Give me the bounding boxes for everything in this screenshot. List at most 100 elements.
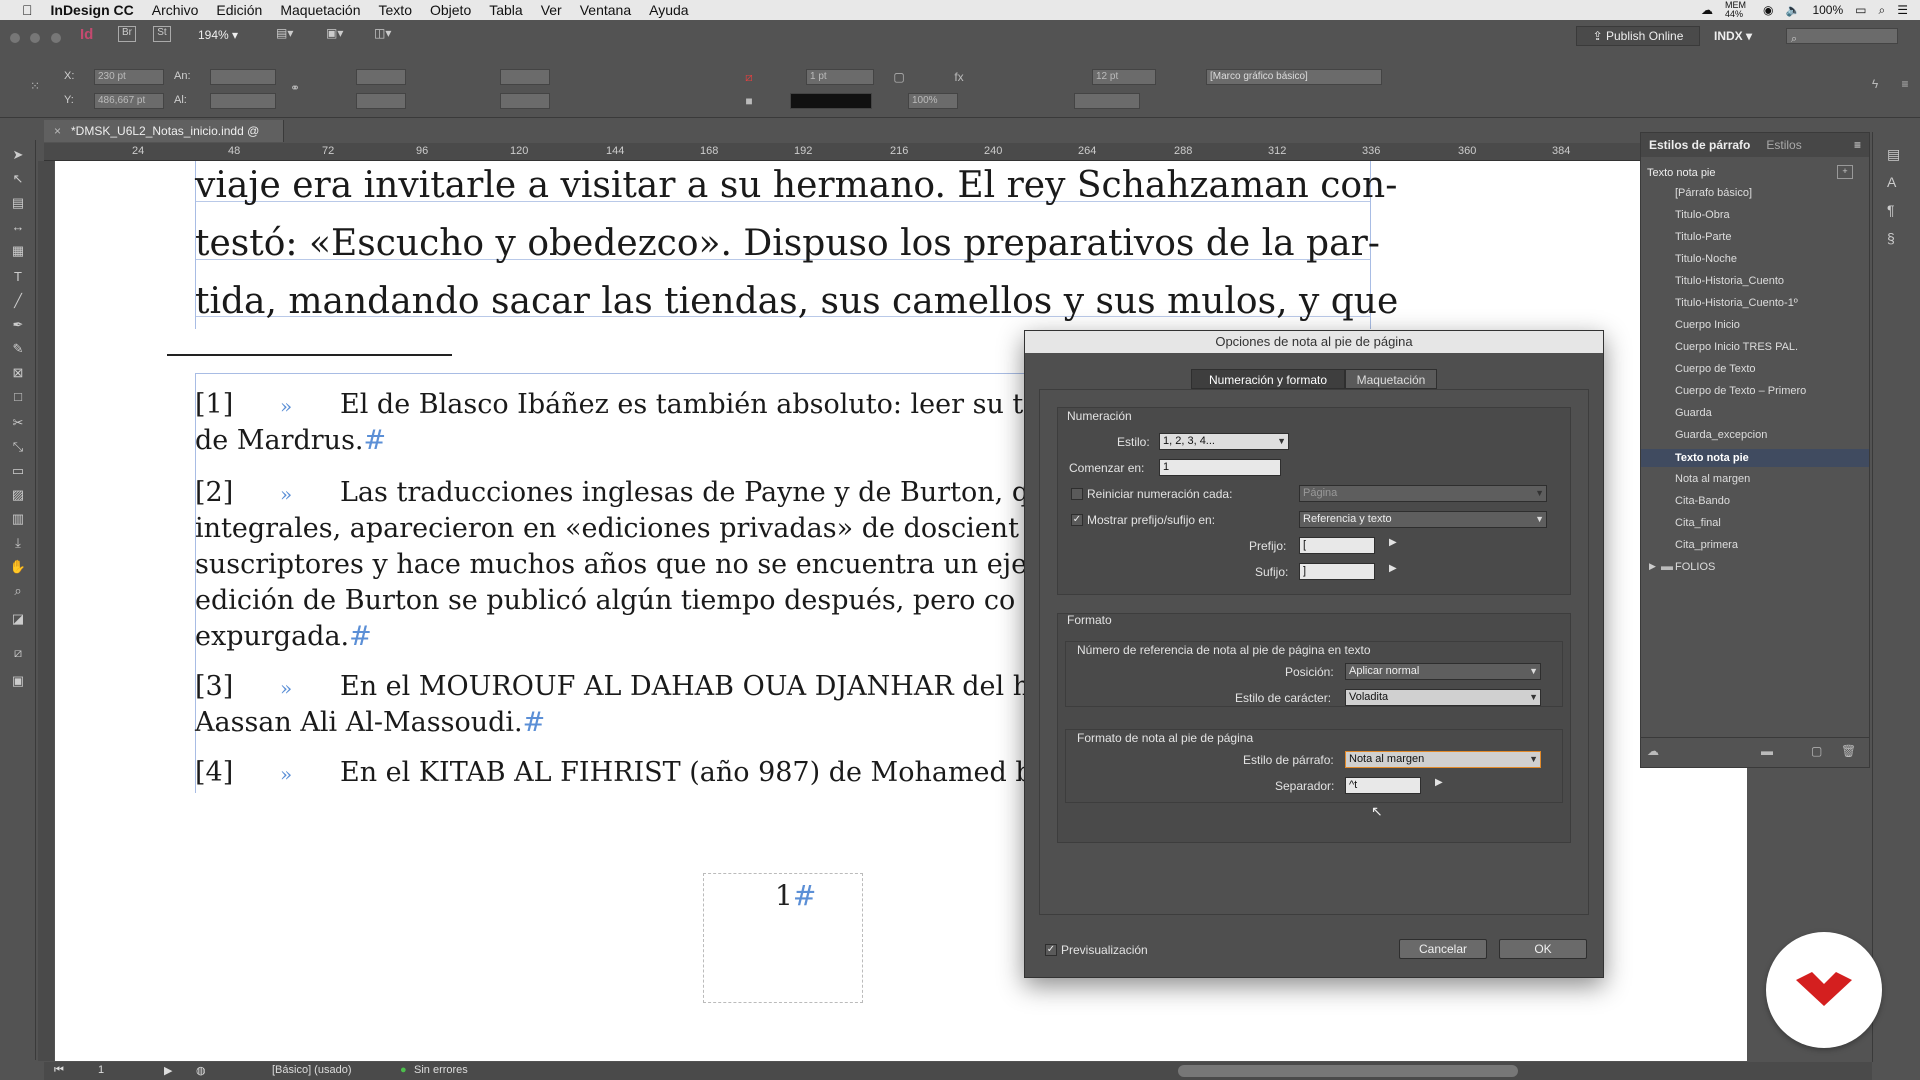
style-item[interactable]: Titulo-Historia_Cuento xyxy=(1641,273,1869,289)
selection-tool-icon[interactable]: ➤ xyxy=(9,146,27,164)
estilo-select[interactable]: 1, 2, 3, 4... ▼ xyxy=(1159,433,1289,450)
height-field[interactable] xyxy=(210,93,276,109)
reiniciar-select[interactable]: Página ▼ xyxy=(1299,485,1547,502)
apply-none-icon[interactable]: ⧄ xyxy=(9,644,27,662)
zoom-window-button[interactable] xyxy=(50,33,61,43)
help-search-input[interactable]: ⌕ xyxy=(1786,28,1898,45)
posicion-select[interactable]: Aplicar normal ▼ xyxy=(1345,663,1541,680)
paragraph-panel-icon[interactable]: ¶ xyxy=(1887,202,1895,218)
arrange-documents-icon[interactable]: ◫▾ xyxy=(374,26,404,42)
disclosure-triangle-icon[interactable]: ▶ xyxy=(1649,561,1656,572)
next-page-icon[interactable]: ▶ xyxy=(164,1064,172,1077)
style-item[interactable]: [Párrafo básico] xyxy=(1641,185,1869,201)
workspace-select[interactable]: INDX ▾ xyxy=(1714,29,1752,43)
x-position-field[interactable]: 230 pt xyxy=(94,69,164,85)
panel-menu-icon[interactable]: ≡ xyxy=(1896,76,1914,92)
horizontal-ruler[interactable]: 24 48 72 96 120 144 168 192 216 240 264 … xyxy=(44,143,1640,161)
zoom-level-select[interactable]: 194% ▾ xyxy=(198,28,238,42)
lightning-icon[interactable]: ϟ xyxy=(1866,76,1884,92)
fitting-field[interactable] xyxy=(1074,93,1140,109)
tab-character-styles[interactable]: Estilos xyxy=(1766,138,1801,152)
menu-objeto[interactable]: Objeto xyxy=(430,2,471,18)
vertical-ruler[interactable] xyxy=(38,161,54,1061)
document-tab[interactable]: ×*DMSK_U6L2_Notas_inicio.indd @ 194% xyxy=(44,120,284,160)
menu-edicion[interactable]: Edición xyxy=(216,2,262,18)
menu-tabla[interactable]: Tabla xyxy=(489,2,522,18)
width-field[interactable] xyxy=(210,69,276,85)
style-group-folder[interactable]: ▶ ▬ FOLIOS xyxy=(1641,559,1869,575)
pages-panel-icon[interactable]: ▤ xyxy=(1887,146,1900,163)
preview-checkbox[interactable]: ✓ xyxy=(1045,944,1057,956)
style-item-selected[interactable]: Texto nota pie xyxy=(1641,449,1869,467)
tab-maquetacion[interactable]: Maquetación xyxy=(1345,369,1437,389)
free-transform-tool-icon[interactable]: ⤡ xyxy=(9,438,27,456)
scale-x-field[interactable] xyxy=(356,69,406,85)
minimize-window-button[interactable] xyxy=(30,33,41,43)
first-page-icon[interactable]: ⏮ xyxy=(54,1064,64,1077)
constrain-proportions-icon[interactable]: ⚭ xyxy=(286,80,304,96)
new-style-icon[interactable]: ▢ xyxy=(1811,744,1822,758)
shear-field[interactable] xyxy=(500,93,550,109)
cloud-icon[interactable]: ☁ xyxy=(1701,3,1713,17)
reiniciar-checkbox[interactable] xyxy=(1071,488,1083,500)
line-tool-icon[interactable]: ╱ xyxy=(9,292,27,310)
gap-tool-icon[interactable]: ↔ xyxy=(9,218,27,236)
style-item[interactable]: Cuerpo de Texto xyxy=(1641,361,1869,377)
prefijo-menu-arrow-icon[interactable]: ▶ xyxy=(1389,537,1397,548)
style-item[interactable]: Cita_primera xyxy=(1641,537,1869,553)
menu-ayuda[interactable]: Ayuda xyxy=(649,2,688,18)
style-item[interactable]: Guarda_excepcion xyxy=(1641,427,1869,443)
panel-menu-icon[interactable]: ≡ xyxy=(1854,138,1861,152)
eyedropper-tool-icon[interactable]: ⤓ xyxy=(9,534,27,552)
cloud-library-icon[interactable]: ☁ xyxy=(1647,744,1659,758)
fill-none-icon[interactable]: ⧄ xyxy=(740,69,758,85)
ok-button[interactable]: OK xyxy=(1499,939,1587,959)
separador-input[interactable]: ^t xyxy=(1345,777,1421,794)
preflight-status[interactable]: Sin errores xyxy=(414,1064,468,1076)
screen-mode-icon[interactable]: ▣▾ xyxy=(326,26,356,42)
stock-icon[interactable]: St xyxy=(153,26,171,42)
menu-archivo[interactable]: Archivo xyxy=(152,2,199,18)
tab-paragraph-styles[interactable]: Estilos de párrafo xyxy=(1649,138,1750,152)
gradient-tool-icon[interactable]: ▭ xyxy=(9,462,27,480)
style-item[interactable]: Cuerpo Inicio TRES PAL. xyxy=(1641,339,1869,355)
frame-style-select[interactable]: [Marco gráfico básico] xyxy=(1206,69,1382,85)
close-window-button[interactable] xyxy=(10,33,20,43)
opacity-field[interactable]: 100% xyxy=(908,93,958,109)
scissors-tool-icon[interactable]: ✂ xyxy=(9,414,27,432)
mostrar-checkbox[interactable]: ✓ xyxy=(1071,514,1083,526)
new-group-icon[interactable]: ▬ xyxy=(1761,744,1773,758)
screen-mode-tool-icon[interactable]: ▣ xyxy=(9,672,27,690)
page-number-field[interactable]: 1 xyxy=(98,1064,104,1076)
style-item[interactable]: Titulo-Noche xyxy=(1641,251,1869,267)
estilo-parrafo-select[interactable]: Nota al margen ▼ xyxy=(1345,751,1541,768)
cancel-button[interactable]: Cancelar xyxy=(1399,939,1487,959)
menu-maquetacion[interactable]: Maquetación xyxy=(280,2,360,18)
separador-menu-arrow-icon[interactable]: ▶ xyxy=(1435,777,1443,788)
hand-tool-icon[interactable]: ✋ xyxy=(9,558,27,576)
apple-icon[interactable]:  xyxy=(22,2,33,18)
scale-y-field[interactable] xyxy=(356,93,406,109)
menu-texto[interactable]: Texto xyxy=(379,2,412,18)
mostrar-select[interactable]: Referencia y texto ▼ xyxy=(1299,511,1547,528)
gradient-feather-tool-icon[interactable]: ▨ xyxy=(9,486,27,504)
type-tool-icon[interactable]: T xyxy=(9,268,27,286)
style-item[interactable]: Nota al margen xyxy=(1641,471,1869,487)
master-page-select[interactable]: [Básico] (usado) xyxy=(272,1064,351,1076)
style-item[interactable]: Titulo-Historia_Cuento-1º xyxy=(1641,295,1869,311)
close-tab-icon[interactable]: × xyxy=(54,124,61,138)
comenzar-input[interactable]: 1 xyxy=(1159,459,1281,476)
publish-online-button[interactable]: ⇪ Publish Online xyxy=(1576,26,1700,46)
direct-selection-tool-icon[interactable]: ↖ xyxy=(9,170,27,188)
sufijo-input[interactable]: ] xyxy=(1299,563,1375,580)
fill-stroke-icon[interactable]: ◪ xyxy=(9,610,27,628)
view-options-icon[interactable]: ▤▾ xyxy=(276,26,306,42)
volume-icon[interactable]: 🔈 xyxy=(1786,3,1801,17)
note-tool-icon[interactable]: ▥ xyxy=(9,510,27,528)
page-tool-icon[interactable]: ▤ xyxy=(9,194,27,212)
rectangle-tool-icon[interactable]: □ xyxy=(9,388,27,406)
style-item[interactable]: Cuerpo de Texto – Primero xyxy=(1641,383,1869,399)
style-item[interactable]: Cita_final xyxy=(1641,515,1869,531)
list-icon[interactable]: ☰ xyxy=(1897,3,1908,17)
fx-icon[interactable]: fx xyxy=(950,69,968,85)
